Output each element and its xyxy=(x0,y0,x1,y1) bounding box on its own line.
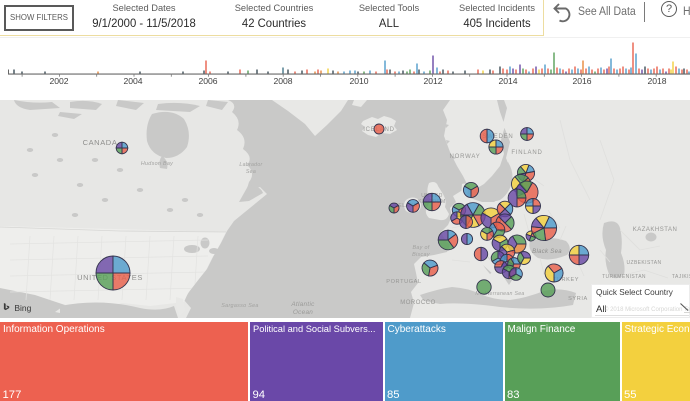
svg-text:Ocean: Ocean xyxy=(293,309,313,316)
svg-text:Black Sea: Black Sea xyxy=(532,249,562,255)
svg-text:FINLAND: FINLAND xyxy=(511,150,542,156)
svg-text:Hudson Bay: Hudson Bay xyxy=(141,161,173,167)
svg-text:2010: 2010 xyxy=(349,76,368,86)
svg-text:Biscay: Biscay xyxy=(412,252,430,258)
svg-text:2012: 2012 xyxy=(423,76,442,86)
svg-text:2006: 2006 xyxy=(198,76,217,86)
svg-text:TAJIKIST: TAJIKIST xyxy=(672,274,690,280)
svg-text:MOROCCO: MOROCCO xyxy=(400,300,436,306)
svg-text:KAZAKHSTAN: KAZAKHSTAN xyxy=(633,227,678,233)
svg-text:SYRIA: SYRIA xyxy=(568,296,588,302)
svg-text:2016: 2016 xyxy=(572,76,591,86)
svg-text:TURKMENISTAN: TURKMENISTAN xyxy=(602,274,646,280)
svg-text:Bay of: Bay of xyxy=(412,245,429,251)
svg-text:CANADA: CANADA xyxy=(83,138,118,147)
svg-text:2004: 2004 xyxy=(123,76,142,86)
svg-text:2008: 2008 xyxy=(273,76,292,86)
svg-text:Sea: Sea xyxy=(246,169,256,175)
svg-text:Atlantic: Atlantic xyxy=(290,301,315,308)
svg-text:UZBEKISTAN: UZBEKISTAN xyxy=(626,260,661,266)
svg-text:NORWAY: NORWAY xyxy=(449,154,480,160)
svg-text:2018: 2018 xyxy=(647,76,666,86)
svg-text:Sargasso Sea: Sargasso Sea xyxy=(221,303,258,309)
svg-text:2014: 2014 xyxy=(498,76,517,86)
svg-text:Labrador: Labrador xyxy=(239,162,262,168)
svg-text:2002: 2002 xyxy=(49,76,68,86)
svg-text:PORTUGAL: PORTUGAL xyxy=(386,279,421,285)
